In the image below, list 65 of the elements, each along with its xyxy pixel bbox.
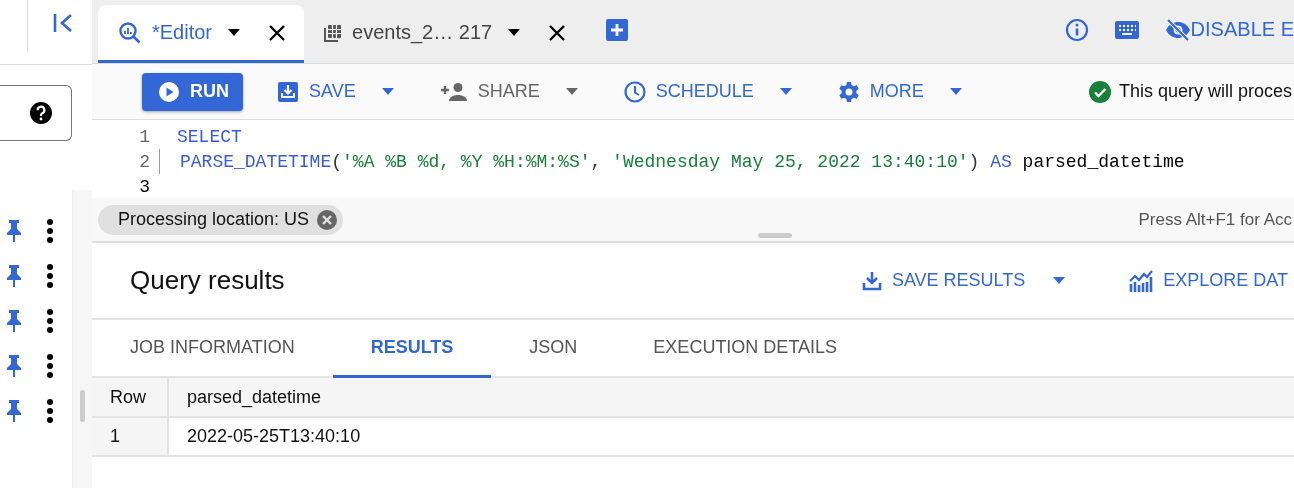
caret-icon [1053, 277, 1066, 284]
close-icon[interactable] [268, 23, 287, 42]
save-icon [277, 80, 299, 103]
help-panel[interactable] [0, 85, 72, 141]
caret-icon [228, 29, 241, 36]
code-line: PARSE_DATETIME('%A %B %d, %Y %H:%M:%S', 'Wednesday May 25, 2022 13:40:10') AS parsed_datetime [180, 150, 1185, 174]
add-person-icon [439, 81, 468, 102]
bar-chart-icon [1129, 269, 1154, 292]
line-number: 1 [138, 126, 150, 147]
location-chip[interactable]: Processing location: US [98, 204, 344, 235]
results-tab[interactable]: EXECUTION DETAILS [615, 320, 876, 378]
more-button[interactable]: MORE [825, 72, 974, 111]
pin-icon[interactable] [6, 398, 22, 423]
caret-icon [779, 88, 792, 95]
pin-icon[interactable] [6, 353, 22, 378]
column-header: parsed_datetime [168, 378, 1294, 417]
add-tab-icon[interactable] [606, 18, 629, 41]
more-vert-icon[interactable] [46, 398, 54, 423]
caret-icon [949, 88, 962, 95]
pin-icon[interactable] [6, 218, 22, 243]
resize-handle[interactable] [758, 233, 792, 238]
line-number: 2 [138, 151, 150, 172]
explore-data-button[interactable]: EXPLORE DAT [1123, 262, 1294, 299]
save-button[interactable]: SAVE [265, 72, 406, 111]
code-line: SELECT [177, 125, 242, 149]
magnifier-chart-icon [118, 20, 142, 45]
validation-message: This query will proces [1118, 81, 1292, 102]
section-title: Query results [130, 265, 285, 296]
clock-icon [623, 80, 646, 103]
scrollbar-thumb[interactable] [80, 390, 85, 422]
eye-off-icon [1164, 18, 1191, 41]
table-cell: 1 [92, 417, 168, 456]
collapse-icon[interactable] [52, 12, 74, 34]
table-icon [324, 23, 343, 42]
caret-icon [565, 88, 578, 95]
remove-icon[interactable] [317, 209, 338, 230]
help-icon[interactable] [29, 101, 53, 125]
gear-icon [837, 80, 860, 103]
schedule-button[interactable]: SCHEDULE [611, 72, 804, 111]
more-vert-icon[interactable] [46, 218, 54, 243]
pin-icon[interactable] [6, 308, 22, 333]
editor-tab[interactable]: *Editor [98, 5, 305, 63]
keyboard-icon[interactable] [1114, 20, 1139, 39]
run-button[interactable]: RUN [142, 72, 243, 111]
results-tab[interactable]: JSON [491, 320, 616, 378]
table-cell: 2022-05-25T13:40:10 [168, 417, 1294, 456]
save-results-button[interactable]: SAVE RESULTS [855, 262, 1072, 299]
close-icon[interactable] [548, 23, 567, 42]
results-tab[interactable]: JOB INFORMATION [92, 320, 333, 378]
play-icon [158, 80, 180, 103]
column-header: Row [92, 378, 168, 417]
editor-tab[interactable]: events_2… 217 [304, 5, 585, 63]
line-number: 3 [138, 176, 150, 197]
more-vert-icon[interactable] [46, 353, 54, 378]
indent-guide [159, 149, 160, 174]
accessibility-hint: Press Alt+F1 for Acc [1138, 209, 1292, 230]
more-vert-icon[interactable] [46, 263, 54, 288]
download-icon [861, 270, 882, 291]
pin-icon[interactable] [6, 263, 22, 288]
more-vert-icon[interactable] [46, 308, 54, 333]
caret-icon [381, 88, 394, 95]
info-icon[interactable] [1064, 17, 1089, 42]
caret-icon [508, 29, 521, 36]
disable-link[interactable]: DISABLE E [1164, 18, 1294, 41]
check-circle-icon [1088, 80, 1111, 103]
